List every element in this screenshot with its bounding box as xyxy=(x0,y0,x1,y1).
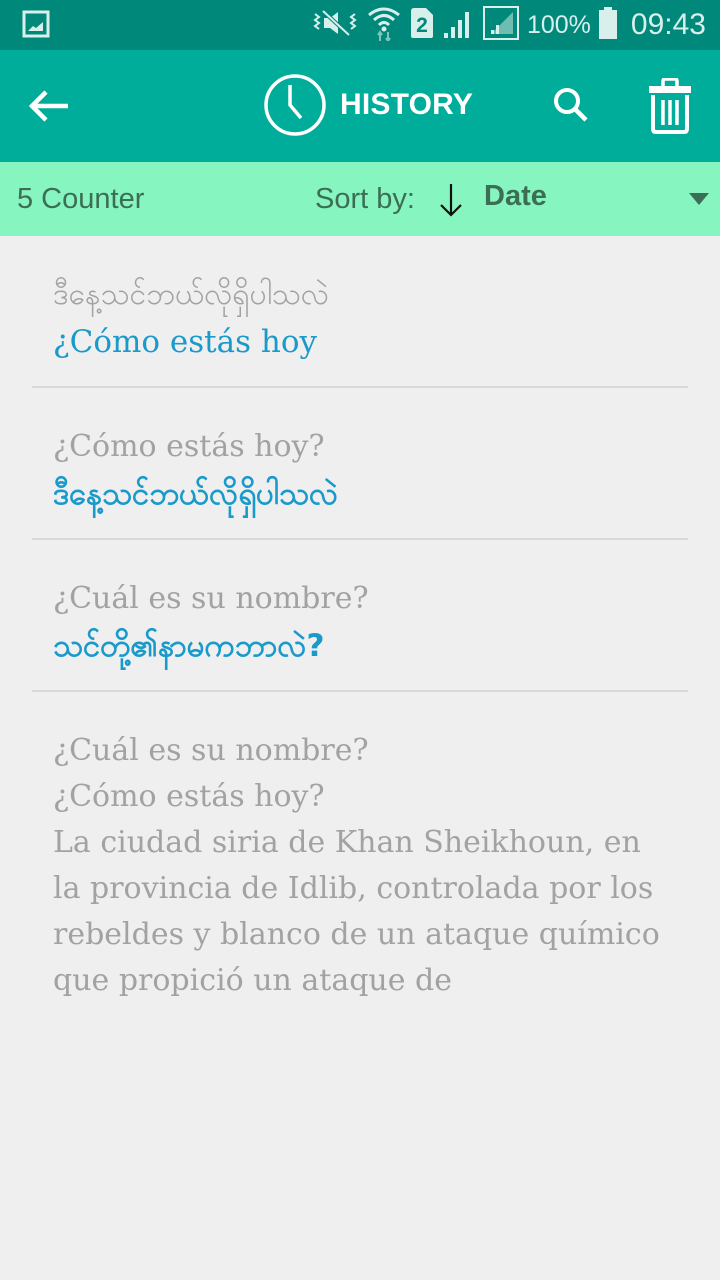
app-toolbar: HISTORY xyxy=(0,50,720,162)
translation-text: ¿Cómo estás hoy xyxy=(53,324,318,360)
source-text: ¿Cuál es su nombre? xyxy=(53,581,369,616)
sim-2-icon: 2 xyxy=(409,7,435,44)
back-button[interactable] xyxy=(24,82,74,132)
signal-2-icon xyxy=(482,5,519,45)
history-item[interactable]: ¿Cómo estás hoy? ဒီနေ့သင်ဘယ်လိုရှိပါသလဲ xyxy=(32,388,688,540)
source-text: ¿Cuál es su nombre? ¿Cómo estás hoy? La … xyxy=(53,733,660,998)
delete-all-button[interactable] xyxy=(645,77,695,134)
translation-text: သင်တို့၏နာမကဘာလဲ? xyxy=(53,628,325,664)
arrow-left-icon xyxy=(28,90,68,122)
history-item[interactable]: ¿Cuál es su nombre? ¿Cómo estás hoy? La … xyxy=(32,692,688,1024)
translation-text: ဒီနေ့သင်ဘယ်လိုရှိပါသလဲ xyxy=(53,476,339,512)
status-icons: 2 100% 09:43 xyxy=(311,0,706,50)
sort-bar: 5 Counter Sort by: Date xyxy=(0,162,720,236)
svg-text:2: 2 xyxy=(416,14,428,37)
source-text: ¿Cómo estás hoy? xyxy=(53,429,325,464)
history-counter: 5 Counter xyxy=(17,183,145,215)
sort-select[interactable]: Date xyxy=(484,180,547,213)
gallery-notification-icon xyxy=(22,10,50,38)
status-bar: 2 100% 09:43 xyxy=(0,0,720,50)
clock-time: 09:43 xyxy=(630,8,706,41)
history-list: ဒီနေ့သင်ဘယ်လိုရှိပါသလဲ ¿Cómo estás hoy ¿… xyxy=(0,236,720,1024)
arrow-down-icon xyxy=(440,184,462,217)
search-icon xyxy=(554,88,588,122)
battery-percent: 100% xyxy=(526,10,591,39)
trash-icon xyxy=(649,77,691,134)
source-text: ဒီနေ့သင်ဘယ်လိုရှိပါသလဲ xyxy=(53,277,329,312)
wifi-icon xyxy=(367,5,401,46)
caret-down-icon[interactable] xyxy=(689,193,709,205)
page-title: HISTORY xyxy=(340,88,474,121)
battery-icon xyxy=(598,6,617,44)
history-item[interactable]: ¿Cuál es su nombre? သင်တို့၏နာမကဘာလဲ? xyxy=(32,540,688,692)
clock-icon xyxy=(264,74,326,136)
vibrate-mute-icon xyxy=(311,8,359,43)
search-button[interactable] xyxy=(550,84,594,128)
history-item[interactable]: ဒီနေ့သင်ဘယ်လိုရှိပါသလဲ ¿Cómo estás hoy xyxy=(32,236,688,388)
signal-icon xyxy=(443,7,475,44)
sort-by-label: Sort by: xyxy=(315,183,415,215)
sort-direction-toggle[interactable] xyxy=(437,182,465,218)
